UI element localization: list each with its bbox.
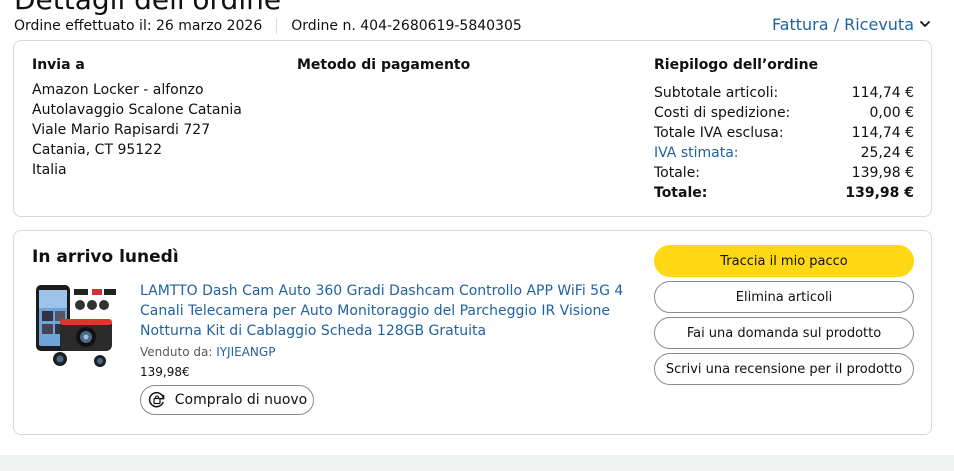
order-meta: Ordine effettuato il: 26 marzo 2026 Ordi… (14, 16, 522, 36)
grand-total-label: Totale: (654, 185, 708, 201)
chevron-down-icon (920, 21, 930, 27)
delete-items-button[interactable]: Elimina articoli (654, 281, 914, 313)
summary-row: Subtotale articoli: 114,74 € (654, 83, 914, 103)
address-line: Viale Mario Rapisardi 727 (32, 122, 211, 138)
ask-question-button[interactable]: Fai una domanda sul prodotto (654, 317, 914, 349)
summary-label: Subtotale articoli: (654, 85, 779, 101)
delete-items-label: Elimina articoli (735, 289, 833, 305)
write-review-button[interactable]: Scrivi una recensione per il prodotto (654, 353, 914, 385)
summary-value: 139,98 € (851, 165, 914, 181)
order-number: Ordine n. 404-2680619-5840305 (291, 18, 522, 34)
buy-again-label: Compralo di nuovo (174, 392, 308, 408)
delivery-status: In arrivo lunedì (32, 247, 179, 267)
product-image[interactable] (34, 281, 118, 369)
summary-value: 0,00 € (869, 105, 914, 121)
summary-label: Totale: (654, 165, 701, 181)
address-line: Italia (32, 162, 67, 178)
order-summary-card: Invia a Amazon Locker - alfonzo Autolava… (13, 40, 932, 217)
summary-row: Costi di spedizione: 0,00 € (654, 103, 914, 123)
seller-link[interactable]: IYJIEANGP (216, 345, 275, 359)
summary-table: Subtotale articoli: 114,74 € Costi di sp… (654, 83, 914, 203)
grand-total-row: Totale: 139,98 € (654, 183, 914, 203)
summary-heading: Riepilogo dell’ordine (654, 57, 819, 73)
seller-info: Venduto da: IYJIEANGP (140, 345, 275, 359)
invoice-link-label: Fattura / Ricevuta (771, 14, 914, 34)
shipping-heading: Invia a (32, 57, 85, 73)
vat-estimate-link[interactable]: IVA stimata: (654, 143, 739, 163)
meta-divider (276, 18, 278, 34)
payment-heading: Metodo di pagamento (297, 57, 471, 73)
summary-label: Totale IVA esclusa: (654, 125, 784, 141)
buy-again-button[interactable]: Compralo di nuovo (140, 385, 314, 415)
summary-label: Costi di spedizione: (654, 105, 791, 121)
seller-prefix: Venduto da: (140, 345, 217, 359)
track-package-button[interactable]: Traccia il mio pacco (654, 245, 914, 277)
summary-row: Totale: 139,98 € (654, 163, 914, 183)
write-review-label: Scrivi una recensione per il prodotto (665, 361, 903, 377)
delivery-card: In arrivo lunedì LAMTTO Dash Cam Auto 36… (13, 230, 932, 435)
invoice-link[interactable]: Fattura / Ricevuta (772, 13, 932, 35)
grand-total-value: 139,98 € (845, 185, 914, 201)
summary-row: Totale IVA esclusa: 114,74 € (654, 123, 914, 143)
summary-value: 25,24 € (860, 145, 914, 161)
address-line: Catania, CT 95122 (32, 142, 162, 158)
address-line: Autolavaggio Scalone Catania (32, 102, 242, 118)
address-line: Amazon Locker - alfonzo (32, 82, 204, 98)
track-package-label: Traccia il mio pacco (720, 253, 848, 269)
summary-row: IVA stimata: 25,24 € (654, 143, 914, 163)
page-footer-strip (0, 455, 954, 471)
ask-question-label: Fai una domanda sul prodotto (686, 325, 882, 341)
summary-value: 114,74 € (851, 125, 914, 141)
shipping-address: Amazon Locker - alfonzo Autolavaggio Sca… (32, 80, 242, 180)
summary-value: 114,74 € (851, 85, 914, 101)
rebuy-icon (148, 391, 165, 408)
product-price: 139,98€ (140, 365, 190, 379)
order-date: Ordine effettuato il: 26 marzo 2026 (14, 18, 263, 34)
product-title-link[interactable]: LAMTTO Dash Cam Auto 360 Gradi Dashcam C… (140, 281, 630, 341)
